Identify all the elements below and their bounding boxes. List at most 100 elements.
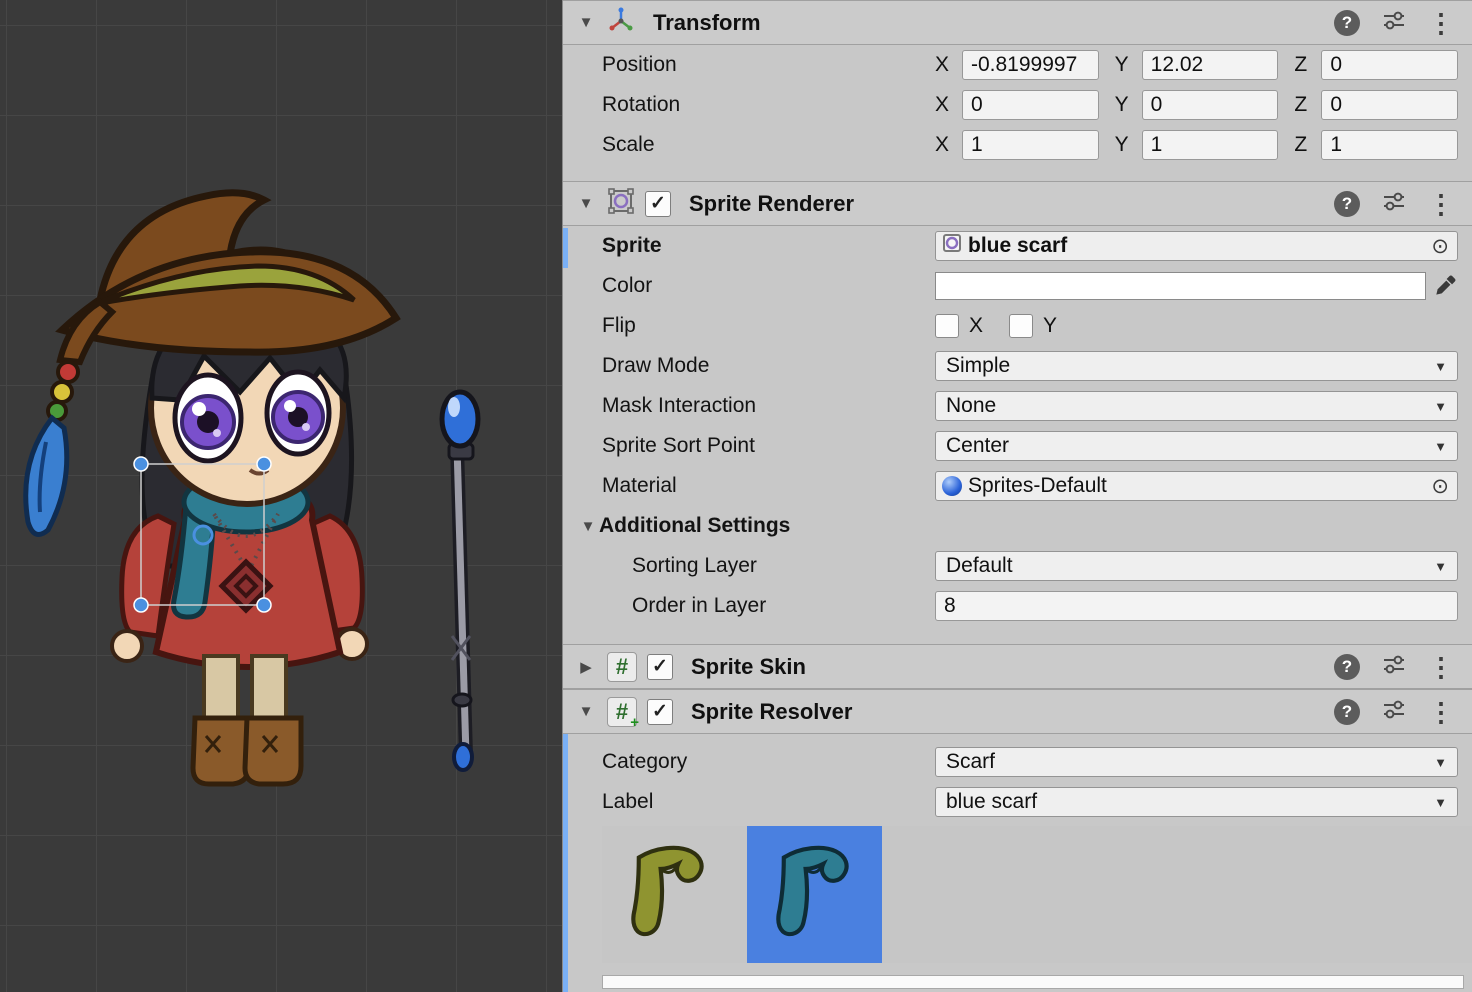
hash-icon: # bbox=[616, 654, 628, 680]
label-dropdown[interactable]: blue scarf ▼ bbox=[935, 787, 1458, 817]
rotation-row: Rotation X 0 Y 0 Z 0 bbox=[563, 85, 1472, 125]
foldout-icon[interactable]: ▼ bbox=[577, 518, 599, 535]
sprite-renderer-icon bbox=[607, 187, 635, 220]
scale-z-value: 1 bbox=[1330, 133, 1342, 157]
additional-settings-row: ▼ Additional Settings bbox=[563, 506, 1472, 546]
category-dropdown[interactable]: Scarf ▼ bbox=[935, 747, 1458, 777]
scale-y-field[interactable]: 1 bbox=[1142, 130, 1279, 160]
transform-header: ▼ Transform ? ⋮ bbox=[563, 0, 1472, 45]
prefab-override-bar bbox=[563, 734, 568, 992]
sorting-layer-row: Sorting Layer Default ▼ bbox=[563, 546, 1472, 586]
color-swatch[interactable] bbox=[935, 272, 1426, 300]
sprite-renderer-header: ▼ ✓ Sprite Renderer ? ⋮ bbox=[563, 181, 1472, 226]
order-in-layer-label: Order in Layer bbox=[632, 594, 935, 618]
rotation-z-value: 0 bbox=[1330, 93, 1342, 117]
sprite-sort-point-value: Center bbox=[946, 434, 1009, 458]
presets-icon[interactable] bbox=[1382, 8, 1406, 37]
component-enabled-checkbox[interactable]: ✓ bbox=[645, 191, 671, 217]
order-in-layer-value: 8 bbox=[944, 594, 956, 618]
sorting-layer-dropdown[interactable]: Default ▼ bbox=[935, 551, 1458, 581]
thumbnail-green-scarf[interactable] bbox=[602, 826, 737, 963]
y-axis-label: Y bbox=[1115, 53, 1135, 77]
sprite-renderer-title: Sprite Renderer bbox=[689, 191, 854, 217]
order-in-layer-field[interactable]: 8 bbox=[935, 591, 1458, 621]
chevron-down-icon: ▼ bbox=[1434, 439, 1447, 454]
more-menu-icon[interactable]: ⋮ bbox=[1428, 10, 1454, 36]
component-enabled-checkbox[interactable]: ✓ bbox=[647, 699, 673, 725]
z-axis-label: Z bbox=[1294, 53, 1314, 77]
label-value: blue scarf bbox=[946, 790, 1037, 814]
y-axis-label: Y bbox=[1115, 133, 1135, 157]
presets-icon[interactable] bbox=[1382, 697, 1406, 726]
object-picker-icon[interactable]: ⊙ bbox=[1429, 474, 1451, 499]
rotation-x-value: 0 bbox=[971, 93, 983, 117]
foldout-icon[interactable]: ▼ bbox=[575, 14, 597, 31]
z-axis-label: Z bbox=[1294, 133, 1314, 157]
position-x-field[interactable]: -0.8199997 bbox=[962, 50, 1099, 80]
z-axis-label: Z bbox=[1294, 93, 1314, 117]
prefab-override-bar bbox=[563, 228, 568, 268]
x-axis-label: X bbox=[935, 93, 955, 117]
position-y-field[interactable]: 12.02 bbox=[1142, 50, 1279, 80]
color-label: Color bbox=[602, 274, 935, 298]
sprite-skin-title: Sprite Skin bbox=[691, 654, 806, 680]
help-icon[interactable]: ? bbox=[1334, 699, 1360, 725]
inspector-panel: ▼ Transform ? ⋮ Position X bbox=[563, 0, 1472, 992]
character-sprite[interactable] bbox=[26, 193, 396, 784]
selector-scrollbar[interactable] bbox=[602, 975, 1464, 989]
sorting-layer-value: Default bbox=[946, 554, 1013, 578]
scale-x-field[interactable]: 1 bbox=[962, 130, 1099, 160]
material-object-field[interactable]: Sprites-Default ⊙ bbox=[935, 471, 1458, 501]
handle-top-left bbox=[134, 457, 148, 471]
foldout-icon[interactable]: ▶ bbox=[575, 658, 597, 676]
sprite-sort-point-dropdown[interactable]: Center ▼ bbox=[935, 431, 1458, 461]
sprite-thumbnail-icon bbox=[942, 233, 962, 259]
help-icon[interactable]: ? bbox=[1334, 191, 1360, 217]
handle-bottom-right bbox=[257, 598, 271, 612]
sprite-variant-selector bbox=[602, 826, 1472, 963]
help-icon[interactable]: ? bbox=[1334, 10, 1360, 36]
flip-label: Flip bbox=[602, 314, 935, 338]
draw-mode-value: Simple bbox=[946, 354, 1010, 378]
staff-sprite[interactable] bbox=[442, 392, 478, 770]
mask-interaction-row: Mask Interaction None ▼ bbox=[563, 386, 1472, 426]
draw-mode-row: Draw Mode Simple ▼ bbox=[563, 346, 1472, 386]
unity-editor-window: ▼ Transform ? ⋮ Position X bbox=[0, 0, 1472, 992]
order-in-layer-row: Order in Layer 8 bbox=[563, 586, 1472, 626]
foldout-icon[interactable]: ▼ bbox=[575, 195, 597, 212]
material-row: Material Sprites-Default ⊙ bbox=[563, 466, 1472, 506]
mask-interaction-dropdown[interactable]: None ▼ bbox=[935, 391, 1458, 421]
position-z-field[interactable]: 0 bbox=[1321, 50, 1458, 80]
check-icon: ✓ bbox=[652, 657, 668, 676]
more-menu-icon[interactable]: ⋮ bbox=[1428, 191, 1454, 217]
sprite-label: Sprite bbox=[602, 234, 935, 258]
chevron-down-icon: ▼ bbox=[1434, 755, 1447, 770]
component-enabled-checkbox[interactable]: ✓ bbox=[647, 654, 673, 680]
category-label: Category bbox=[602, 750, 935, 774]
y-axis-label: Y bbox=[1115, 93, 1135, 117]
more-menu-icon[interactable]: ⋮ bbox=[1428, 654, 1454, 680]
flip-y-checkbox[interactable] bbox=[1009, 314, 1033, 338]
thumbnail-blue-scarf[interactable] bbox=[747, 826, 882, 963]
category-row: Category Scarf ▼ bbox=[563, 742, 1472, 782]
eyedropper-icon[interactable] bbox=[1432, 273, 1458, 299]
rotation-y-field[interactable]: 0 bbox=[1142, 90, 1279, 120]
scale-z-field[interactable]: 1 bbox=[1321, 130, 1458, 160]
draw-mode-dropdown[interactable]: Simple ▼ bbox=[935, 351, 1458, 381]
presets-icon[interactable] bbox=[1382, 652, 1406, 681]
more-menu-icon[interactable]: ⋮ bbox=[1428, 699, 1454, 725]
scene-canvas[interactable] bbox=[0, 0, 563, 992]
scale-row: Scale X 1 Y 1 Z 1 bbox=[563, 125, 1472, 165]
help-icon[interactable]: ? bbox=[1334, 654, 1360, 680]
foldout-icon[interactable]: ▼ bbox=[575, 703, 597, 720]
rotation-x-field[interactable]: 0 bbox=[962, 90, 1099, 120]
rotation-z-field[interactable]: 0 bbox=[1321, 90, 1458, 120]
color-row: Color bbox=[563, 266, 1472, 306]
scale-label: Scale bbox=[602, 133, 935, 157]
position-label: Position bbox=[602, 53, 935, 77]
object-picker-icon[interactable]: ⊙ bbox=[1429, 234, 1451, 259]
scene-view[interactable] bbox=[0, 0, 563, 992]
sprite-object-field[interactable]: blue scarf ⊙ bbox=[935, 231, 1458, 261]
presets-icon[interactable] bbox=[1382, 189, 1406, 218]
flip-x-checkbox[interactable] bbox=[935, 314, 959, 338]
